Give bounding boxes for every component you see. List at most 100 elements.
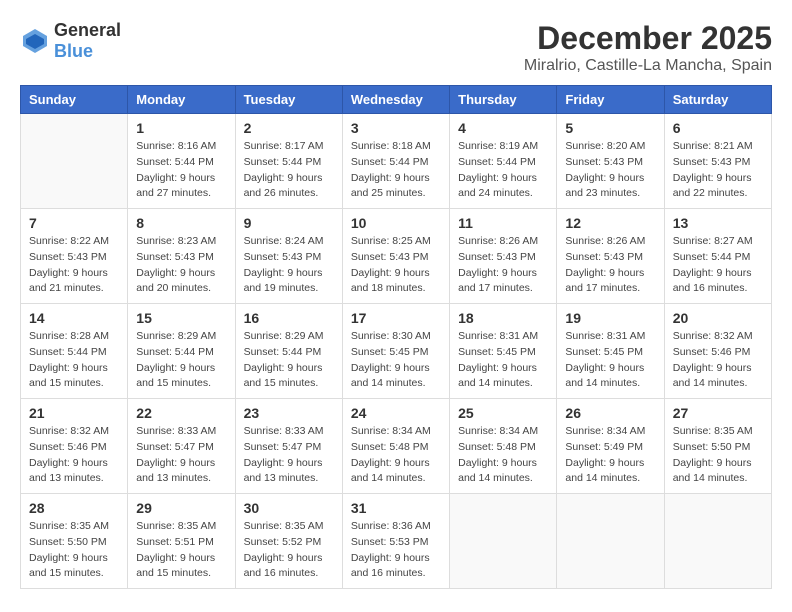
day-number: 3 bbox=[351, 120, 441, 136]
day-number: 27 bbox=[673, 405, 763, 421]
day-cell: 21 Sunrise: 8:32 AMSunset: 5:46 PMDaylig… bbox=[21, 399, 128, 494]
day-info: Sunrise: 8:30 AMSunset: 5:45 PMDaylight:… bbox=[351, 330, 431, 389]
day-number: 4 bbox=[458, 120, 548, 136]
day-cell: 25 Sunrise: 8:34 AMSunset: 5:48 PMDaylig… bbox=[450, 399, 557, 494]
day-info: Sunrise: 8:31 AMSunset: 5:45 PMDaylight:… bbox=[565, 330, 645, 389]
day-cell: 29 Sunrise: 8:35 AMSunset: 5:51 PMDaylig… bbox=[128, 494, 235, 589]
calendar: SundayMondayTuesdayWednesdayThursdayFrid… bbox=[20, 85, 772, 589]
day-number: 8 bbox=[136, 215, 226, 231]
day-number: 26 bbox=[565, 405, 655, 421]
day-number: 16 bbox=[244, 310, 334, 326]
day-number: 6 bbox=[673, 120, 763, 136]
calendar-body: 1 Sunrise: 8:16 AMSunset: 5:44 PMDayligh… bbox=[21, 114, 772, 589]
day-info: Sunrise: 8:35 AMSunset: 5:50 PMDaylight:… bbox=[673, 425, 753, 484]
day-number: 11 bbox=[458, 215, 548, 231]
day-cell: 15 Sunrise: 8:29 AMSunset: 5:44 PMDaylig… bbox=[128, 304, 235, 399]
day-cell: 5 Sunrise: 8:20 AMSunset: 5:43 PMDayligh… bbox=[557, 114, 664, 209]
day-info: Sunrise: 8:33 AMSunset: 5:47 PMDaylight:… bbox=[244, 425, 324, 484]
header-row: SundayMondayTuesdayWednesdayThursdayFrid… bbox=[21, 86, 772, 114]
day-number: 17 bbox=[351, 310, 441, 326]
header-cell-monday: Monday bbox=[128, 86, 235, 114]
day-info: Sunrise: 8:29 AMSunset: 5:44 PMDaylight:… bbox=[244, 330, 324, 389]
day-number: 23 bbox=[244, 405, 334, 421]
day-cell: 17 Sunrise: 8:30 AMSunset: 5:45 PMDaylig… bbox=[342, 304, 449, 399]
day-info: Sunrise: 8:26 AMSunset: 5:43 PMDaylight:… bbox=[458, 235, 538, 294]
day-number: 30 bbox=[244, 500, 334, 516]
day-cell: 9 Sunrise: 8:24 AMSunset: 5:43 PMDayligh… bbox=[235, 209, 342, 304]
logo-icon bbox=[20, 26, 50, 56]
day-cell: 31 Sunrise: 8:36 AMSunset: 5:53 PMDaylig… bbox=[342, 494, 449, 589]
calendar-header: SundayMondayTuesdayWednesdayThursdayFrid… bbox=[21, 86, 772, 114]
day-number: 12 bbox=[565, 215, 655, 231]
day-cell bbox=[450, 494, 557, 589]
day-number: 19 bbox=[565, 310, 655, 326]
day-cell: 23 Sunrise: 8:33 AMSunset: 5:47 PMDaylig… bbox=[235, 399, 342, 494]
day-info: Sunrise: 8:34 AMSunset: 5:49 PMDaylight:… bbox=[565, 425, 645, 484]
day-info: Sunrise: 8:34 AMSunset: 5:48 PMDaylight:… bbox=[458, 425, 538, 484]
day-number: 5 bbox=[565, 120, 655, 136]
day-cell: 1 Sunrise: 8:16 AMSunset: 5:44 PMDayligh… bbox=[128, 114, 235, 209]
header-cell-tuesday: Tuesday bbox=[235, 86, 342, 114]
header: General Blue December 2025 Miralrio, Cas… bbox=[20, 20, 772, 75]
day-cell: 3 Sunrise: 8:18 AMSunset: 5:44 PMDayligh… bbox=[342, 114, 449, 209]
day-info: Sunrise: 8:35 AMSunset: 5:50 PMDaylight:… bbox=[29, 520, 109, 579]
day-info: Sunrise: 8:17 AMSunset: 5:44 PMDaylight:… bbox=[244, 140, 324, 199]
day-number: 7 bbox=[29, 215, 119, 231]
day-info: Sunrise: 8:29 AMSunset: 5:44 PMDaylight:… bbox=[136, 330, 216, 389]
day-info: Sunrise: 8:22 AMSunset: 5:43 PMDaylight:… bbox=[29, 235, 109, 294]
logo-text-general: General bbox=[54, 20, 121, 40]
week-row-3: 21 Sunrise: 8:32 AMSunset: 5:46 PMDaylig… bbox=[21, 399, 772, 494]
header-cell-thursday: Thursday bbox=[450, 86, 557, 114]
day-number: 13 bbox=[673, 215, 763, 231]
day-cell: 13 Sunrise: 8:27 AMSunset: 5:44 PMDaylig… bbox=[664, 209, 771, 304]
day-number: 2 bbox=[244, 120, 334, 136]
day-cell: 10 Sunrise: 8:25 AMSunset: 5:43 PMDaylig… bbox=[342, 209, 449, 304]
day-info: Sunrise: 8:20 AMSunset: 5:43 PMDaylight:… bbox=[565, 140, 645, 199]
day-cell: 19 Sunrise: 8:31 AMSunset: 5:45 PMDaylig… bbox=[557, 304, 664, 399]
day-number: 15 bbox=[136, 310, 226, 326]
day-number: 9 bbox=[244, 215, 334, 231]
day-number: 31 bbox=[351, 500, 441, 516]
week-row-2: 14 Sunrise: 8:28 AMSunset: 5:44 PMDaylig… bbox=[21, 304, 772, 399]
day-info: Sunrise: 8:36 AMSunset: 5:53 PMDaylight:… bbox=[351, 520, 431, 579]
day-cell: 7 Sunrise: 8:22 AMSunset: 5:43 PMDayligh… bbox=[21, 209, 128, 304]
header-cell-wednesday: Wednesday bbox=[342, 86, 449, 114]
day-cell: 24 Sunrise: 8:34 AMSunset: 5:48 PMDaylig… bbox=[342, 399, 449, 494]
day-cell: 14 Sunrise: 8:28 AMSunset: 5:44 PMDaylig… bbox=[21, 304, 128, 399]
day-number: 24 bbox=[351, 405, 441, 421]
day-cell: 18 Sunrise: 8:31 AMSunset: 5:45 PMDaylig… bbox=[450, 304, 557, 399]
day-number: 21 bbox=[29, 405, 119, 421]
header-cell-saturday: Saturday bbox=[664, 86, 771, 114]
day-info: Sunrise: 8:16 AMSunset: 5:44 PMDaylight:… bbox=[136, 140, 216, 199]
day-info: Sunrise: 8:21 AMSunset: 5:43 PMDaylight:… bbox=[673, 140, 753, 199]
day-cell: 26 Sunrise: 8:34 AMSunset: 5:49 PMDaylig… bbox=[557, 399, 664, 494]
logo: General Blue bbox=[20, 20, 121, 62]
week-row-0: 1 Sunrise: 8:16 AMSunset: 5:44 PMDayligh… bbox=[21, 114, 772, 209]
day-cell: 20 Sunrise: 8:32 AMSunset: 5:46 PMDaylig… bbox=[664, 304, 771, 399]
day-info: Sunrise: 8:25 AMSunset: 5:43 PMDaylight:… bbox=[351, 235, 431, 294]
day-info: Sunrise: 8:19 AMSunset: 5:44 PMDaylight:… bbox=[458, 140, 538, 199]
day-number: 14 bbox=[29, 310, 119, 326]
day-info: Sunrise: 8:34 AMSunset: 5:48 PMDaylight:… bbox=[351, 425, 431, 484]
day-info: Sunrise: 8:32 AMSunset: 5:46 PMDaylight:… bbox=[29, 425, 109, 484]
day-number: 18 bbox=[458, 310, 548, 326]
day-number: 10 bbox=[351, 215, 441, 231]
day-cell: 11 Sunrise: 8:26 AMSunset: 5:43 PMDaylig… bbox=[450, 209, 557, 304]
day-info: Sunrise: 8:31 AMSunset: 5:45 PMDaylight:… bbox=[458, 330, 538, 389]
day-number: 28 bbox=[29, 500, 119, 516]
day-info: Sunrise: 8:32 AMSunset: 5:46 PMDaylight:… bbox=[673, 330, 753, 389]
day-info: Sunrise: 8:26 AMSunset: 5:43 PMDaylight:… bbox=[565, 235, 645, 294]
day-info: Sunrise: 8:18 AMSunset: 5:44 PMDaylight:… bbox=[351, 140, 431, 199]
day-cell: 4 Sunrise: 8:19 AMSunset: 5:44 PMDayligh… bbox=[450, 114, 557, 209]
day-number: 1 bbox=[136, 120, 226, 136]
day-cell: 8 Sunrise: 8:23 AMSunset: 5:43 PMDayligh… bbox=[128, 209, 235, 304]
day-cell: 12 Sunrise: 8:26 AMSunset: 5:43 PMDaylig… bbox=[557, 209, 664, 304]
main-title: December 2025 bbox=[524, 20, 772, 57]
day-number: 25 bbox=[458, 405, 548, 421]
day-info: Sunrise: 8:35 AMSunset: 5:52 PMDaylight:… bbox=[244, 520, 324, 579]
week-row-1: 7 Sunrise: 8:22 AMSunset: 5:43 PMDayligh… bbox=[21, 209, 772, 304]
week-row-4: 28 Sunrise: 8:35 AMSunset: 5:50 PMDaylig… bbox=[21, 494, 772, 589]
day-info: Sunrise: 8:35 AMSunset: 5:51 PMDaylight:… bbox=[136, 520, 216, 579]
day-cell: 22 Sunrise: 8:33 AMSunset: 5:47 PMDaylig… bbox=[128, 399, 235, 494]
day-cell: 6 Sunrise: 8:21 AMSunset: 5:43 PMDayligh… bbox=[664, 114, 771, 209]
